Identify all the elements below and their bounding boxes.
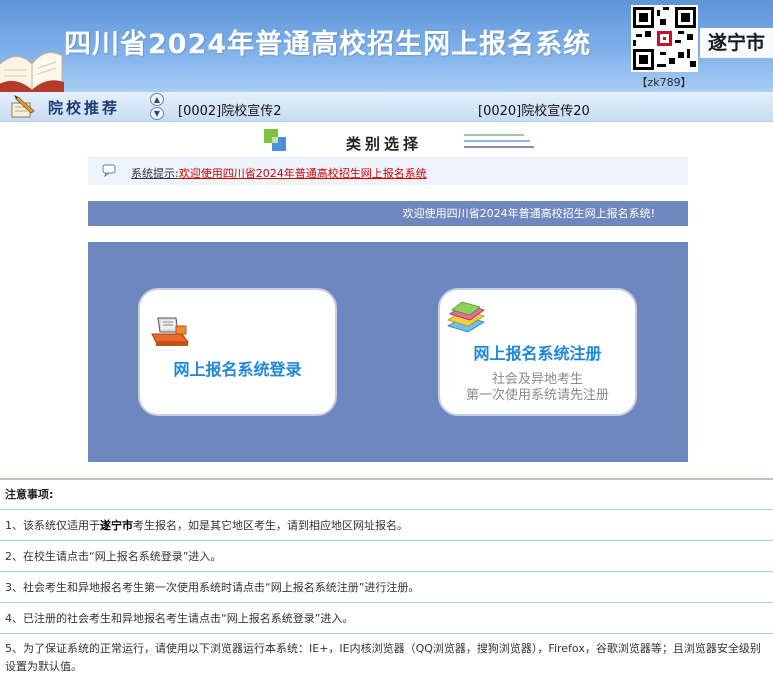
- note-item: 5、为了保证系统的正常运行，请使用以下浏览器运行本系统：IE+，IE内核浏览器（…: [0, 634, 773, 679]
- note-1-suffix: 考生报名，如是其它地区考生，请到相应地区网址报名。: [133, 519, 408, 532]
- tip-link[interactable]: 欢迎使用四川省2024年普通高校招生网上报名系统: [179, 167, 427, 180]
- page-title: 四川省2024年普通高校招生网上报名系统: [64, 29, 592, 60]
- tip-text: 系统提示:欢迎使用四川省2024年普通高校招生网上报名系统: [131, 165, 427, 181]
- notes-section: 注意事项: 1、该系统仅适用于遂宁市考生报名，如是其它地区考生，请到相应地区网址…: [0, 478, 773, 679]
- category-heading: 类别选择: [262, 127, 542, 153]
- note-item: 4、已注册的社会考生和异地报名考生请点击“网上报名系统登录”进入。: [0, 603, 773, 634]
- header-banner: 四川省2024年普通高校招生网上报名系统 【zk789】 遂宁市: [0, 0, 773, 92]
- recommend-label: 院校推荐: [48, 99, 121, 117]
- register-card-button[interactable]: 网上报名系统注册 社会及异地考生 第一次使用系统请先注册: [438, 288, 637, 416]
- recommend-item[interactable]: [0020]院校宣传20: [478, 100, 590, 119]
- note-item: 1、该系统仅适用于遂宁市考生报名，如是其它地区考生，请到相应地区网址报名。: [0, 510, 773, 541]
- tip-label: 系统提示:: [131, 167, 179, 180]
- recommend-scroll-controls: ▲ ▼: [150, 93, 166, 121]
- note-1-prefix: 1、该系统仅适用于: [5, 519, 100, 532]
- books-register-icon: [447, 302, 485, 333]
- open-book-icon: [0, 51, 64, 92]
- category-label: 类别选择: [346, 135, 423, 153]
- main-panel: 网上报名系统登录 网上报名系统注册 社会及异地考生 第一次使用系统请先注册: [88, 242, 688, 462]
- recommend-item[interactable]: [0002]院校宣传2: [178, 100, 282, 119]
- speech-bubble-icon: [102, 164, 116, 177]
- decorative-lines: [464, 134, 534, 148]
- note-item: 2、在校生请点击“网上报名系统登录”进入。: [0, 541, 773, 572]
- scroll-down-icon[interactable]: ▼: [150, 107, 164, 120]
- qr-code-icon: [631, 5, 698, 72]
- qr-code-label: 【zk789】: [636, 76, 692, 89]
- login-card-title: 网上报名系统登录: [173, 360, 302, 379]
- pencil-book-icon: [11, 95, 35, 118]
- city-label: 遂宁市: [700, 28, 773, 58]
- notes-title: 注意事项:: [0, 480, 773, 510]
- welcome-bar: 欢迎使用四川省2024年普通高校招生网上报名系统!: [88, 201, 688, 226]
- category-icon: [264, 129, 286, 151]
- computer-login-icon: [151, 317, 189, 346]
- scroll-up-icon[interactable]: ▲: [150, 93, 164, 106]
- note-1-city: 遂宁市: [100, 519, 133, 532]
- note-item: 3、社会考生和异地报名考生第一次使用系统时请点击“网上报名系统注册”进行注册。: [0, 572, 773, 603]
- register-card-title: 网上报名系统注册: [473, 344, 602, 363]
- login-card-button[interactable]: 网上报名系统登录: [138, 288, 337, 416]
- register-sub-line1: 社会及异地考生: [491, 372, 583, 387]
- system-tip: 系统提示:欢迎使用四川省2024年普通高校招生网上报名系统: [88, 157, 688, 185]
- register-card-subtitle: 社会及异地考生 第一次使用系统请先注册: [440, 372, 635, 404]
- register-sub-line2: 第一次使用系统请先注册: [465, 388, 609, 403]
- recommend-bar: 院校推荐 ▲ ▼ [0002]院校宣传2 [0020]院校宣传20: [0, 92, 773, 122]
